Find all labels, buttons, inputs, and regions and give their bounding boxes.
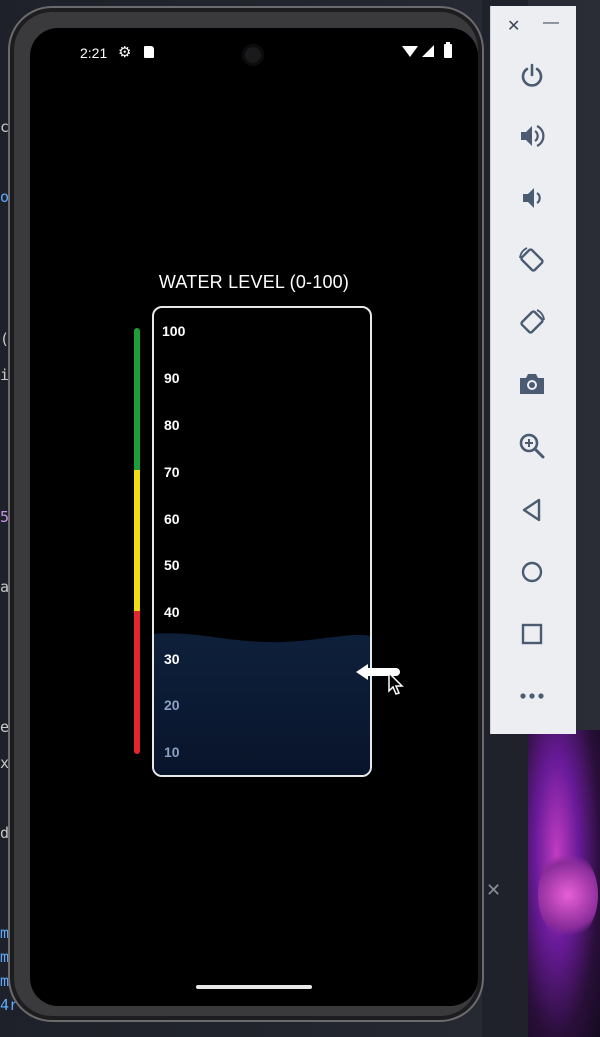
tick-label: 50: [164, 557, 180, 573]
status-time: 2:21: [80, 45, 108, 61]
battery-icon: [444, 42, 452, 58]
rotate-right-icon: [520, 309, 545, 334]
volume-down-icon: [523, 188, 541, 208]
tick-label: 60: [164, 511, 180, 527]
home-icon: [521, 561, 543, 583]
settings-gear-icon: ⚙: [118, 44, 132, 61]
gauge-title: WATER LEVEL (0-100): [158, 272, 350, 292]
power-button[interactable]: [514, 58, 550, 94]
scale-segment-low: [134, 611, 140, 754]
water-tank[interactable]: 100 90 80 70 60 50 40 30 20 10: [152, 306, 372, 777]
minimize-icon[interactable]: —: [543, 14, 559, 32]
gesture-home-bar[interactable]: [196, 985, 312, 989]
tick-label: 10: [164, 744, 180, 760]
zoom-icon: [519, 433, 545, 459]
emulator-toolbar: ✕ —: [490, 6, 576, 734]
water-fill: [154, 633, 370, 775]
level-color-scale: [134, 328, 140, 754]
tick-label: 90: [164, 370, 180, 386]
volume-up-icon: [521, 125, 545, 147]
more-button[interactable]: [514, 678, 550, 714]
tick-label: 40: [164, 604, 180, 620]
wifi-icon: [402, 45, 418, 57]
status-icons: [402, 42, 452, 58]
camera-icon: [520, 374, 544, 394]
scale-segment-mid: [134, 470, 140, 611]
volume-down-button[interactable]: [514, 180, 550, 216]
sd-card-icon: [144, 46, 154, 58]
phone-screen: 2:21 ⚙ WATER LEVEL (0-100) 100 90 80 70 …: [30, 28, 478, 1006]
home-button[interactable]: [514, 554, 550, 590]
scale-segment-high: [134, 328, 140, 470]
tick-label: 70: [164, 464, 180, 480]
back-icon: [522, 498, 541, 522]
ide-close-icon[interactable]: ✕: [486, 880, 501, 901]
overview-button[interactable]: [514, 616, 550, 652]
water-wave: [154, 633, 370, 646]
mouse-cursor-icon: [388, 672, 404, 695]
desktop-wallpaper: [528, 730, 600, 1037]
power-icon: [521, 63, 543, 87]
screenshot-button[interactable]: [514, 366, 550, 402]
overview-icon: [521, 623, 543, 645]
signal-icon: [422, 45, 434, 57]
front-camera: [242, 44, 264, 66]
phone-frame: 2:21 ⚙ WATER LEVEL (0-100) 100 90 80 70 …: [8, 6, 484, 1022]
rotate-left-icon: [519, 247, 544, 272]
volume-up-button[interactable]: [514, 118, 550, 154]
more-icon: [520, 693, 544, 699]
rotate-right-button[interactable]: [514, 304, 550, 340]
rotate-left-button[interactable]: [514, 242, 550, 278]
close-icon[interactable]: ✕: [507, 16, 520, 36]
tick-label: 80: [164, 417, 180, 433]
tick-label: 20: [164, 697, 180, 713]
tick-label: 30: [164, 651, 180, 667]
back-button[interactable]: [514, 492, 550, 528]
toolbar-window-controls: ✕ —: [491, 6, 577, 46]
zoom-button[interactable]: [514, 428, 550, 464]
tick-label: 100: [162, 323, 186, 339]
